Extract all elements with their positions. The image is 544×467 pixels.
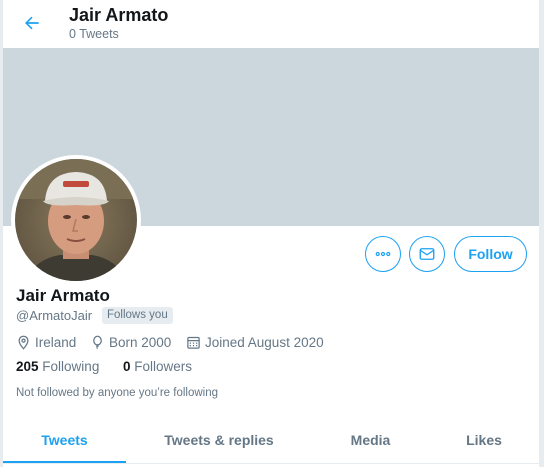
profile-joined: Joined August 2020	[186, 333, 324, 351]
following-count: 205	[16, 359, 39, 374]
followers-link[interactable]: 0 Followers	[123, 359, 192, 374]
back-button[interactable]	[17, 8, 47, 38]
tweet-count: 0 Tweets	[69, 27, 119, 41]
tab-likes[interactable]: Likes	[429, 416, 539, 463]
right-border	[539, 0, 544, 467]
avatar-photo	[15, 159, 137, 281]
profile-tabs: Tweets Tweets & replies Media Likes	[3, 416, 539, 463]
follows-you-badge: Follows you	[102, 307, 173, 324]
location-text: Ireland	[35, 334, 77, 350]
envelope-icon	[419, 248, 435, 260]
follow-button[interactable]: Follow	[454, 236, 527, 272]
tab-media-label: Media	[350, 431, 391, 448]
tab-likes-label: Likes	[466, 431, 502, 448]
tab-tweets-label: Tweets	[41, 431, 88, 448]
tab-replies-label: Tweets & replies	[164, 431, 274, 448]
balloon-icon	[93, 335, 102, 349]
message-button[interactable]	[409, 236, 445, 272]
arrow-left-icon	[25, 16, 39, 30]
profile-header: Jair Armato 0 Tweets	[3, 0, 539, 48]
tab-tweets[interactable]: Tweets	[3, 416, 126, 463]
calendar-icon	[187, 336, 200, 349]
more-horizontal-icon	[375, 251, 391, 257]
tabs-divider	[3, 463, 539, 464]
mutual-followers-text: Not followed by anyone you’re following	[16, 387, 219, 399]
avatar[interactable]	[11, 155, 141, 285]
location-pin-icon	[18, 335, 29, 350]
tab-media[interactable]: Media	[312, 416, 429, 463]
profile-name: Jair Armato	[16, 286, 110, 305]
header-title: Jair Armato	[69, 5, 169, 25]
following-link[interactable]: 205 Following	[16, 359, 99, 374]
profile-birthday: Born 2000	[90, 333, 171, 351]
tab-tweets-and-replies[interactable]: Tweets & replies	[126, 416, 312, 463]
birthday-text: Born 2000	[109, 334, 172, 350]
more-button[interactable]	[365, 236, 401, 272]
followers-label: Followers	[134, 359, 193, 374]
joined-text: Joined August 2020	[205, 334, 324, 350]
followers-count: 0	[123, 359, 131, 374]
profile-location: Ireland	[16, 333, 76, 351]
profile-handle: @ArmatoJair	[16, 308, 93, 323]
following-label: Following	[42, 359, 100, 374]
